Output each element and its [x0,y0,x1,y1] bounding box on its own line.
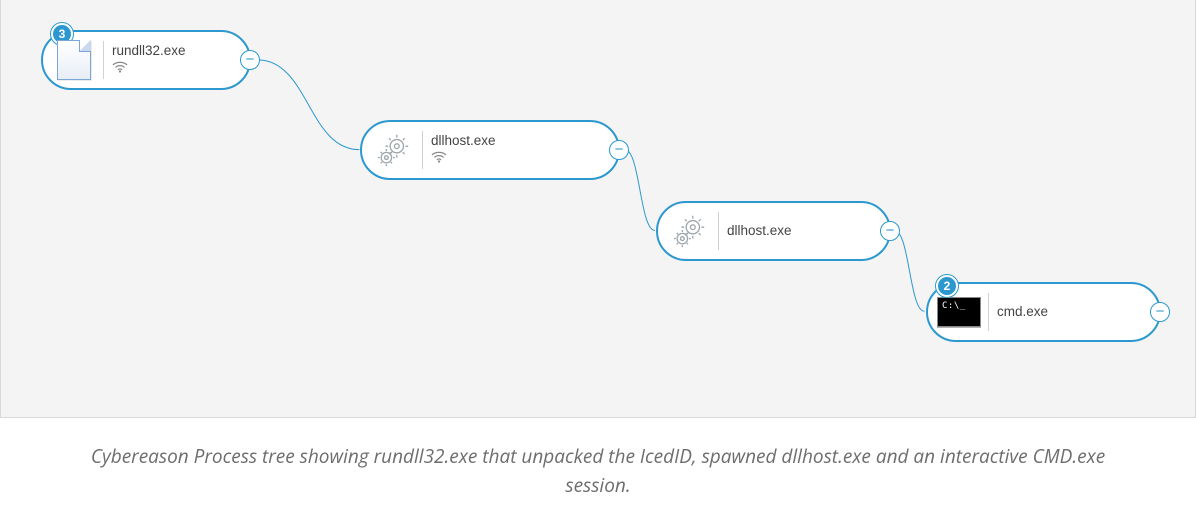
process-node-dllhost-1[interactable]: dllhost.exe − [360,120,620,180]
wifi-icon [112,61,186,77]
process-node-rundll32[interactable]: 3 rundll32.exe − [41,30,251,90]
collapse-button[interactable]: − [1150,302,1170,322]
collapse-button[interactable]: − [880,221,900,241]
gears-icon [366,125,420,175]
process-name-label: dllhost.exe [431,133,496,149]
icon-separator [988,293,989,331]
process-name-label: rundll32.exe [112,43,186,59]
process-name-label: cmd.exe [997,304,1048,320]
node-badge: 2 [936,275,958,297]
gears-icon [662,206,716,256]
figure-caption: Cybereason Process tree showing rundll32… [0,418,1196,509]
icon-separator [103,41,104,79]
wifi-icon [431,151,496,167]
icon-separator [422,131,423,169]
icon-separator [718,212,719,250]
process-name-label: dllhost.exe [727,223,792,239]
process-tree-canvas: 3 rundll32.exe − [0,0,1196,418]
collapse-button[interactable]: − [240,50,260,70]
collapse-button[interactable]: − [609,140,629,160]
process-node-dllhost-2[interactable]: dllhost.exe − [656,201,891,261]
process-node-cmd[interactable]: 2 C:\_ cmd.exe − [926,282,1161,342]
